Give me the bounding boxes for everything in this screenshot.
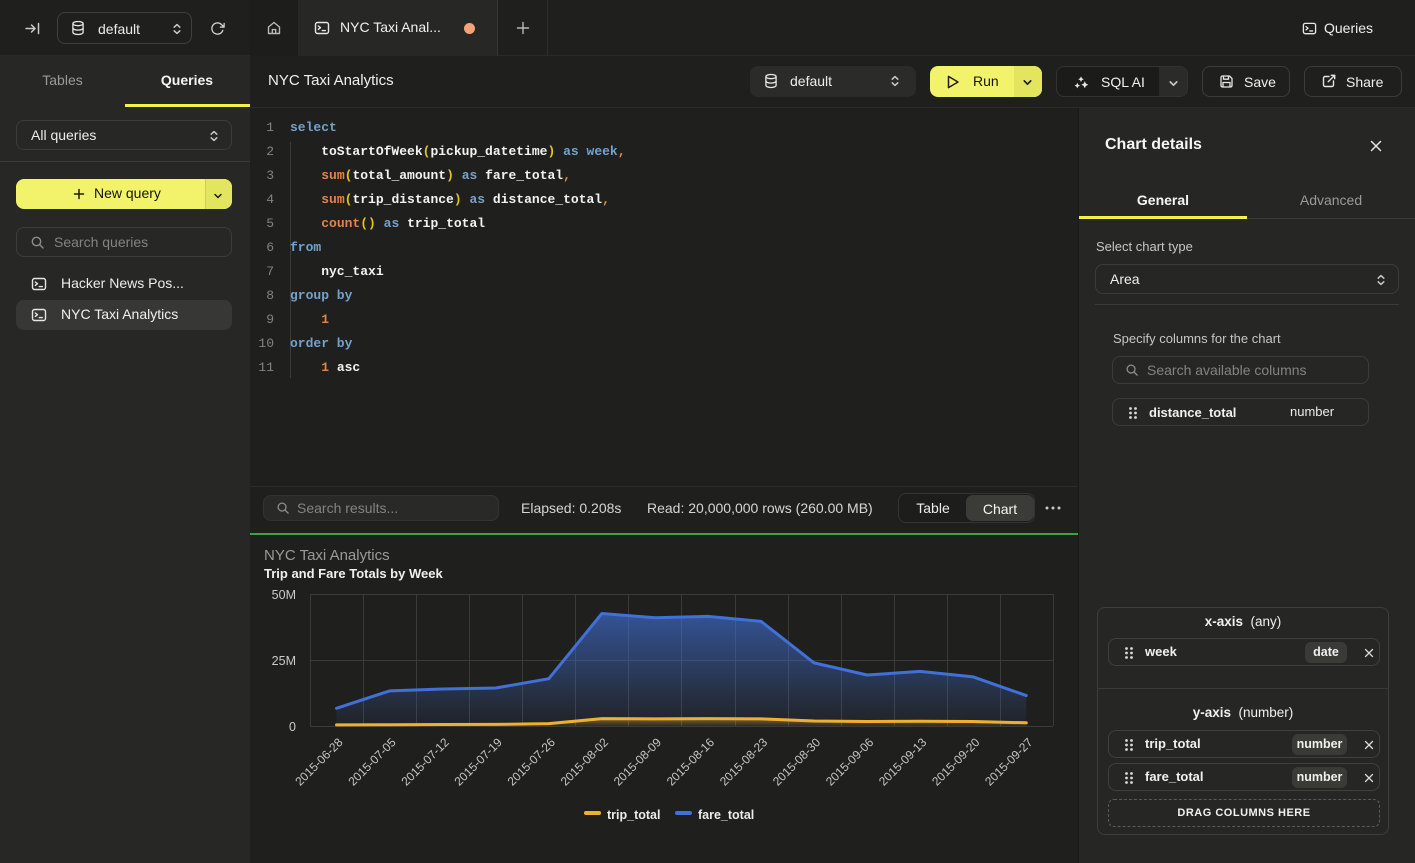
svg-text:2015-09-06: 2015-09-06 bbox=[823, 735, 877, 789]
svg-text:2015-09-27: 2015-09-27 bbox=[982, 735, 1036, 789]
svg-text:Trip and Fare Totals by Week: Trip and Fare Totals by Week bbox=[264, 566, 443, 581]
svg-text:2015-07-26: 2015-07-26 bbox=[505, 735, 559, 789]
svg-text:fare_total: fare_total bbox=[698, 808, 754, 822]
svg-text:0: 0 bbox=[289, 720, 296, 734]
svg-text:2015-08-23: 2015-08-23 bbox=[717, 735, 771, 789]
svg-text:2015-08-30: 2015-08-30 bbox=[770, 735, 824, 789]
svg-text:2015-07-19: 2015-07-19 bbox=[452, 735, 506, 789]
svg-text:trip_total: trip_total bbox=[607, 808, 660, 822]
svg-text:2015-06-28: 2015-06-28 bbox=[292, 735, 346, 789]
svg-text:50M: 50M bbox=[272, 588, 296, 602]
svg-text:2015-07-12: 2015-07-12 bbox=[399, 735, 453, 789]
svg-text:2015-08-02: 2015-08-02 bbox=[558, 735, 612, 789]
svg-text:25M: 25M bbox=[272, 654, 296, 668]
svg-text:2015-08-16: 2015-08-16 bbox=[664, 735, 718, 789]
svg-text:NYC Taxi Analytics: NYC Taxi Analytics bbox=[264, 547, 390, 564]
svg-text:2015-09-13: 2015-09-13 bbox=[876, 735, 930, 789]
svg-text:2015-09-20: 2015-09-20 bbox=[929, 735, 983, 789]
svg-text:2015-07-05: 2015-07-05 bbox=[345, 735, 399, 789]
svg-text:2015-08-09: 2015-08-09 bbox=[611, 735, 665, 789]
